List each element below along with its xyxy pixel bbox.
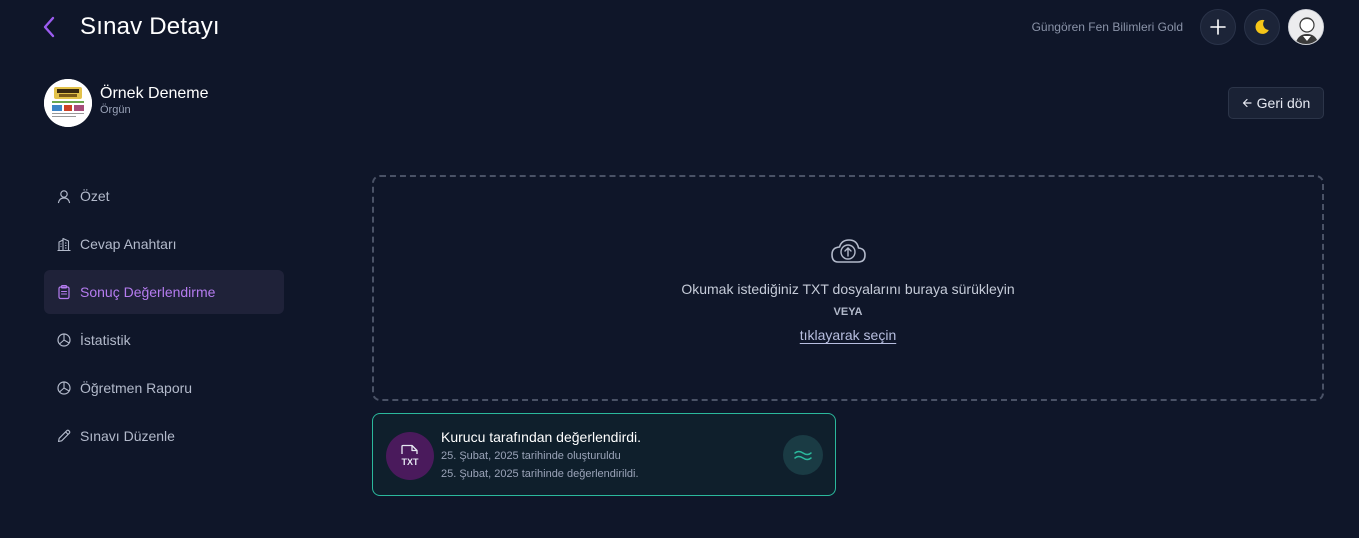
sidebar-item-label: Cevap Anahtarı <box>80 236 177 252</box>
plus-icon <box>1210 19 1226 35</box>
sidebar-item-cevap-anahtari[interactable]: Cevap Anahtarı <box>44 222 284 266</box>
evaluation-status-button[interactable] <box>783 435 823 475</box>
sidebar-item-sonuc-degerlendirme[interactable]: Sonuç Değerlendirme <box>44 270 284 314</box>
file-dropzone[interactable]: Okumak istediğiniz TXT dosyalarını buray… <box>372 175 1324 401</box>
arrow-left-icon <box>1242 98 1252 108</box>
sidebar-item-ozet[interactable]: Özet <box>44 174 284 218</box>
back-chevron-icon[interactable] <box>38 14 62 40</box>
dropzone-select-link-wrapper: tıklayarak seçin <box>374 327 1322 343</box>
back-button[interactable]: Geri dön <box>1228 87 1324 119</box>
sidebar-item-label: Sınavı Düzenle <box>80 428 175 444</box>
dropzone-instructions: Okumak istediğiniz TXT dosyalarını buray… <box>681 281 1015 297</box>
exam-name: Örnek Deneme <box>100 85 209 102</box>
sidebar-item-label: Öğretmen Raporu <box>80 380 193 396</box>
clipboard-icon <box>58 284 70 300</box>
sidebar-item-sinavi-duzenle[interactable]: Sınavı Düzenle <box>44 414 284 458</box>
exam-type: Örgün <box>100 104 131 116</box>
exam-logo <box>44 79 92 127</box>
back-button-label: Geri dön <box>1256 95 1311 111</box>
file-created-date: 25. Şubat, 2025 tarihinde oluşturuldu <box>441 450 621 462</box>
txt-file-icon: TXT <box>386 432 434 480</box>
page-title: Sınav Detayı <box>80 13 220 40</box>
add-button[interactable] <box>1200 9 1236 45</box>
cloud-upload-icon <box>831 239 866 263</box>
theme-toggle-button[interactable] <box>1244 9 1280 45</box>
pie-chart-icon <box>57 333 71 347</box>
sidebar: Özet Cevap Anahtarı Sonuç Değerlendirme … <box>44 174 284 462</box>
file-card-title: Kurucu tarafından değerlendirdi. <box>441 429 642 445</box>
txt-badge-label: TXT <box>402 457 420 467</box>
sidebar-item-ogretmen-raporu[interactable]: Öğretmen Raporu <box>44 366 284 410</box>
sidebar-item-label: Özet <box>80 188 110 204</box>
organization-name: Güngören Fen Bilimleri Gold <box>1031 20 1183 34</box>
user-avatar[interactable] <box>1288 9 1324 45</box>
sidebar-item-label: Sonuç Değerlendirme <box>80 284 216 300</box>
building-icon <box>57 237 71 252</box>
select-file-link[interactable]: tıklayarak seçin <box>800 327 896 343</box>
dropzone-or-label: VEYA <box>833 306 863 318</box>
sidebar-item-istatistik[interactable]: İstatistik <box>44 318 284 362</box>
pencil-icon <box>57 429 71 443</box>
file-evaluated-date: 25. Şubat, 2025 tarihinde değerlendirild… <box>441 468 639 480</box>
pie-chart-icon <box>57 381 71 395</box>
wave-icon <box>794 450 812 461</box>
moon-icon <box>1255 19 1269 34</box>
sidebar-item-label: İstatistik <box>80 332 131 348</box>
user-icon <box>57 190 71 204</box>
uploaded-file-card: TXT Kurucu tarafından değerlendirdi. 25.… <box>372 413 836 496</box>
top-bar: Sınav Detayı Güngören Fen Bilimleri Gold <box>0 0 1359 56</box>
